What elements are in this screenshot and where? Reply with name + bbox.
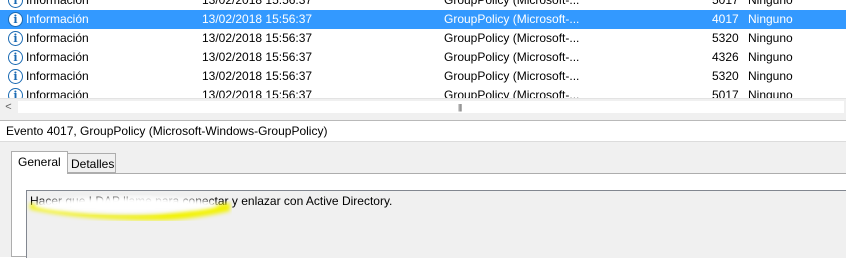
event-rows: i Información 13/02/2018 15:56:37 GroupPoli…	[0, 0, 846, 98]
information-icon: i	[8, 69, 23, 84]
information-icon: i	[8, 0, 23, 8]
event-category: Ninguno	[748, 12, 793, 26]
event-level: Información	[26, 50, 89, 64]
event-details-pane: Evento 4017, GroupPolicy (Microsoft-Wind…	[0, 121, 846, 258]
event-row[interactable]: i Información 13/02/2018 15:56:37 GroupPoli…	[0, 48, 846, 67]
event-id: 5320	[712, 69, 739, 83]
event-category: Ninguno	[748, 31, 793, 45]
event-row[interactable]: i Información 13/02/2018 15:56:37 GroupPoli…	[0, 86, 846, 98]
information-icon: i	[8, 31, 23, 46]
event-source: GroupPolicy (Microsoft-...	[444, 31, 580, 45]
scrollbar-thumb[interactable]: |||	[18, 101, 844, 113]
event-source: GroupPolicy (Microsoft-...	[444, 88, 580, 98]
event-date: 13/02/2018 15:56:37	[202, 0, 313, 7]
event-level: Información	[26, 31, 89, 45]
tab-detalles[interactable]: Detalles	[64, 153, 116, 173]
event-id: 4017	[712, 12, 739, 26]
event-source: GroupPolicy (Microsoft-...	[444, 50, 580, 64]
event-row[interactable]: i Información 13/02/2018 15:56:37 GroupPoli…	[0, 0, 846, 10]
event-id: 5320	[712, 31, 739, 45]
event-date: 13/02/2018 15:56:37	[202, 69, 313, 83]
event-row[interactable]: i Información 13/02/2018 15:56:37 GroupPoli…	[0, 10, 846, 29]
yellow-highlight-marker	[30, 197, 230, 221]
information-icon: i	[8, 12, 23, 27]
event-id: 5017	[712, 88, 739, 98]
scroll-left-arrow-icon[interactable]: <	[0, 99, 17, 115]
event-date: 13/02/2018 15:56:37	[202, 50, 313, 64]
event-category: Ninguno	[748, 88, 793, 98]
information-icon: i	[8, 50, 23, 65]
general-tab-panel: Hacer que LDAP llame para conectar y enl…	[11, 173, 846, 258]
event-level: Información	[26, 12, 89, 26]
event-date: 13/02/2018 15:56:37	[202, 31, 313, 45]
event-category: Ninguno	[748, 50, 793, 64]
event-date: 13/02/2018 15:56:37	[202, 88, 313, 98]
tab-general[interactable]: General	[11, 151, 68, 174]
event-id: 5017	[712, 0, 739, 7]
event-id: 4326	[712, 50, 739, 64]
event-row[interactable]: i Información 13/02/2018 15:56:37 GroupPoli…	[0, 67, 846, 86]
event-level: Información	[26, 69, 89, 83]
event-level: Información	[26, 0, 89, 7]
event-source: GroupPolicy (Microsoft-...	[444, 0, 580, 7]
event-date: 13/02/2018 15:56:37	[202, 12, 313, 26]
event-category: Ninguno	[748, 69, 793, 83]
event-list: i Información 13/02/2018 15:56:37 GroupPoli…	[0, 0, 846, 98]
event-source: GroupPolicy (Microsoft-...	[444, 12, 580, 26]
event-source: GroupPolicy (Microsoft-...	[444, 69, 580, 83]
event-level: Información	[26, 88, 89, 98]
horizontal-scrollbar[interactable]: < |||	[0, 98, 846, 115]
event-row[interactable]: i Información 13/02/2018 15:56:37 GroupPoli…	[0, 29, 846, 48]
event-category: Ninguno	[748, 0, 793, 7]
information-icon: i	[8, 88, 23, 98]
details-title: Evento 4017, GroupPolicy (Microsoft-Wind…	[0, 121, 846, 142]
scrollbar-grip-icon: |||	[458, 103, 462, 112]
